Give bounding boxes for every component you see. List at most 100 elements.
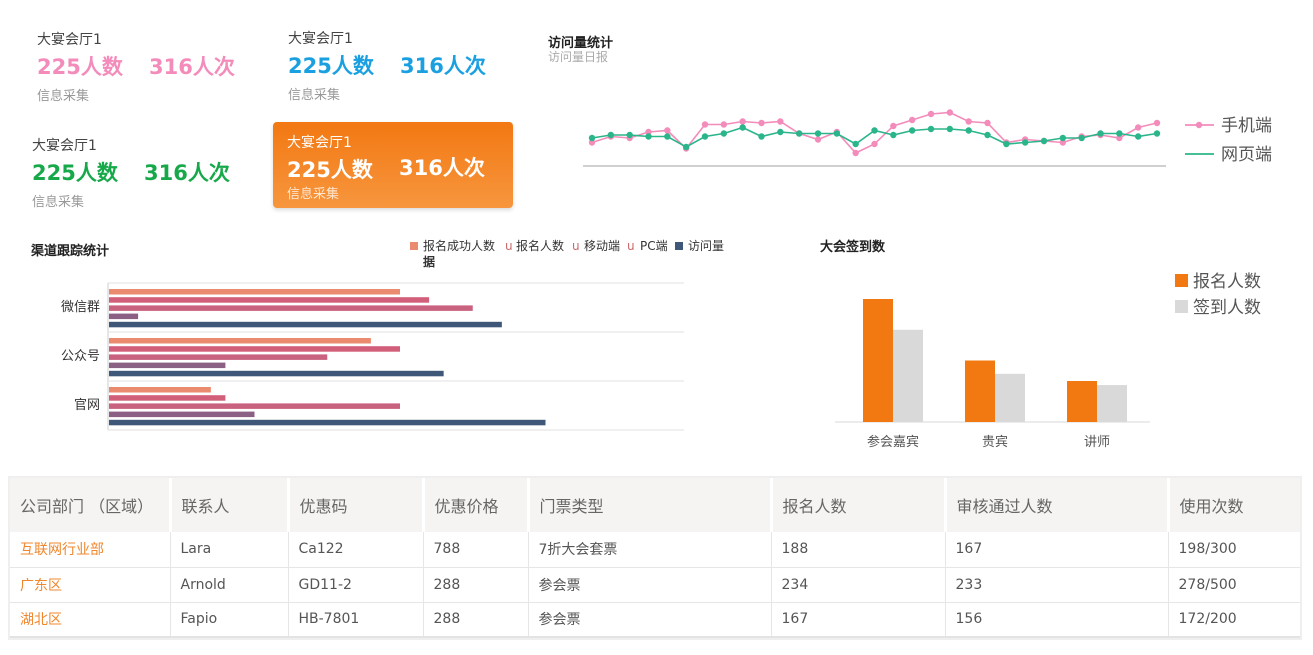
legend-label-1: 网页端 xyxy=(1221,145,1272,165)
series-1-point xyxy=(890,131,897,139)
table-header-row: 公司部门 （区域） 联系人 优惠码 优惠价格 门票类型 报名人数 审核通过人数 … xyxy=(10,478,1300,532)
channel-chart-title: 渠道跟踪统计 xyxy=(31,244,110,259)
bar-0-4 xyxy=(109,321,502,328)
card-persons: 225人数 xyxy=(288,54,374,78)
bar-0-1 xyxy=(109,297,430,303)
bar-0-1 xyxy=(893,329,923,422)
legend-swatch-0 xyxy=(1175,274,1188,287)
series-1-point xyxy=(965,127,972,134)
series-0-point xyxy=(758,119,765,127)
table-row[interactable]: 广东区 Arnold GD11-2 288 参会票 234 233 278/50… xyxy=(10,567,1300,603)
cell-usage: 172/200 xyxy=(1168,602,1300,638)
cell-department[interactable]: 湖北区 xyxy=(10,602,171,638)
series-0-point xyxy=(739,118,746,125)
series-1-point xyxy=(1040,137,1048,145)
series-0-point xyxy=(814,136,822,143)
series-0-point xyxy=(664,127,671,134)
legend-label: 报名人数 xyxy=(516,238,564,253)
legend-swatch-7 xyxy=(675,242,683,250)
series-1-point xyxy=(664,133,671,140)
legend-label: 移动端 xyxy=(584,239,620,253)
cell-contact: Fapio xyxy=(170,602,289,638)
cell-price: 788 xyxy=(423,532,529,568)
card-title: 大宴会厅1 xyxy=(287,135,352,151)
series-0-point xyxy=(927,110,935,118)
cell-ticket-type: 参会票 xyxy=(528,602,772,638)
cell-registrants: 188 xyxy=(771,532,946,568)
bar-2-1 xyxy=(109,395,226,401)
stat-card-3: 大宴会厅1 225人数 316人次 信息采集 xyxy=(32,135,272,221)
legend-label: PC端 xyxy=(640,239,668,253)
cell-department[interactable]: 互联网行业部 xyxy=(10,532,171,568)
legend-label-0: 报名人数 xyxy=(1193,272,1261,292)
category-label: 贵宾 xyxy=(982,434,1008,450)
bar-1-2 xyxy=(109,354,328,360)
series-1-point xyxy=(1078,134,1085,142)
series-1-point xyxy=(1003,140,1010,148)
series-1-point xyxy=(927,125,935,133)
cell-ticket-type: 7折大会套票 xyxy=(528,532,772,568)
cell-contact: Lara xyxy=(170,532,289,568)
visit-line-chart: 手机端网页端 xyxy=(583,109,1272,167)
series-1-point xyxy=(795,130,803,137)
col-header-department[interactable]: 公司部门 （区域） xyxy=(10,478,172,532)
bar-1-0 xyxy=(965,360,995,422)
stat-card-4-highlighted[interactable]: 大宴会厅1 225人数 316人次 信息采集 xyxy=(273,122,513,208)
card-persons: 225人数 xyxy=(37,55,123,79)
col-header-ticket-type[interactable]: 门票类型 xyxy=(528,478,773,532)
category-label: 参会嘉宾 xyxy=(867,434,919,450)
card-persons: 225人数 xyxy=(287,158,373,182)
category-label: 公众号 xyxy=(61,349,100,364)
legend-marker-0 xyxy=(1195,121,1203,129)
card-title: 大宴会厅1 xyxy=(288,31,353,47)
col-header-usage[interactable]: 使用次数 xyxy=(1168,478,1300,532)
series-0-point xyxy=(1134,124,1142,131)
series-0-point xyxy=(852,149,859,157)
bar-1-1 xyxy=(109,346,400,352)
series-0-point xyxy=(946,109,954,116)
card-visits: 316人次 xyxy=(399,156,485,180)
bar-1-0 xyxy=(109,338,371,344)
card-subtitle: 信息采集 xyxy=(37,89,90,104)
visit-chart-subtitle: 访问量日报 xyxy=(548,50,609,64)
series-0-point xyxy=(965,118,972,125)
card-visits: 316人次 xyxy=(144,161,230,185)
series-1-point xyxy=(871,127,878,134)
series-1-point xyxy=(701,133,709,140)
series-1-point xyxy=(720,130,728,137)
bar-2-4 xyxy=(109,419,546,426)
cell-registrants: 234 xyxy=(771,567,946,603)
coupon-table: 公司部门 （区域） 联系人 优惠码 优惠价格 门票类型 报名人数 审核通过人数 … xyxy=(10,478,1300,638)
col-header-approved[interactable]: 审核通过人数 xyxy=(945,478,1170,532)
col-header-price[interactable]: 优惠价格 xyxy=(423,478,530,532)
bar-2-2 xyxy=(109,403,400,409)
series-1-point xyxy=(1021,139,1029,146)
series-1-point xyxy=(1134,133,1142,140)
col-header-coupon-code[interactable]: 优惠码 xyxy=(288,478,425,532)
cell-coupon-code: GD11-2 xyxy=(288,567,424,603)
cell-price: 288 xyxy=(423,602,529,638)
cell-department[interactable]: 广东区 xyxy=(10,567,171,603)
table-row[interactable]: 互联网行业部 Lara Ca122 788 7折大会套票 188 167 198… xyxy=(10,532,1300,568)
cell-contact: Arnold xyxy=(170,567,289,603)
card-subtitle: 信息采集 xyxy=(32,195,85,210)
legend-label-1: 签到人数 xyxy=(1193,298,1261,318)
bar-1-1 xyxy=(995,373,1025,422)
bar-0-0 xyxy=(109,289,400,295)
cell-approved: 156 xyxy=(945,602,1169,638)
series-1-point xyxy=(626,131,633,139)
series-1-point xyxy=(833,130,841,137)
col-header-contact[interactable]: 联系人 xyxy=(170,478,290,532)
cell-usage: 278/500 xyxy=(1168,567,1300,603)
series-0-point xyxy=(871,140,878,148)
series-1-point xyxy=(588,134,596,142)
category-label: 微信群 xyxy=(61,300,100,315)
series-1-point xyxy=(1153,130,1161,137)
table-row[interactable]: 湖北区 Fapio HB-7801 288 参会票 167 156 172/20… xyxy=(10,602,1300,638)
series-0-point xyxy=(984,119,991,127)
legend-swatch-1 xyxy=(1175,300,1188,313)
series-0-point xyxy=(1153,119,1161,127)
channel-bar-chart: 微信群公众号官网 xyxy=(61,282,684,431)
legend-label: 报名成功人数 xyxy=(423,238,495,253)
col-header-registrants[interactable]: 报名人数 xyxy=(771,478,947,532)
